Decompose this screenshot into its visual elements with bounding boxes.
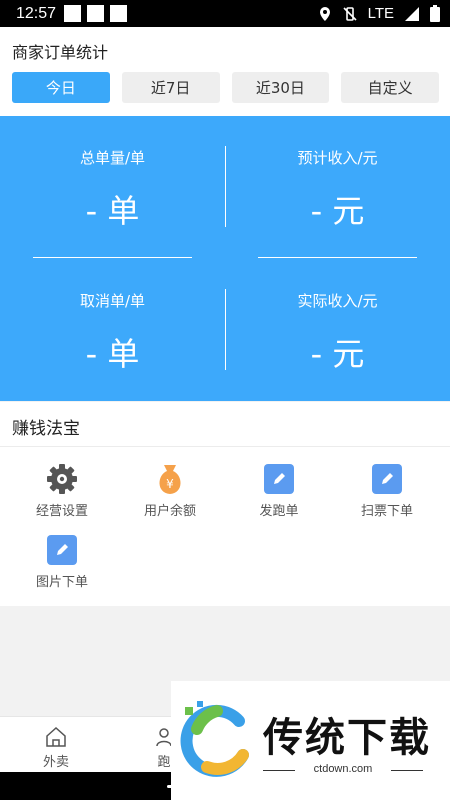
- status-time: 12:57: [16, 4, 57, 22]
- tab-today[interactable]: 今日: [12, 72, 110, 103]
- header: 商家订单统计 今日 近7日 近30日 自定义: [0, 27, 450, 116]
- divider: [258, 257, 417, 258]
- svg-text:¥: ¥: [166, 477, 174, 491]
- tab-custom[interactable]: 自定义: [341, 72, 439, 103]
- gear-icon: [45, 462, 79, 496]
- watermark: 传统下载 ctdown.com: [171, 681, 450, 800]
- tool-label: 发跑单: [259, 504, 299, 519]
- tool-label: 经营设置: [35, 504, 88, 519]
- stat-label: 取消单/单: [79, 292, 146, 310]
- tool-business-settings[interactable]: 经营设置: [6, 462, 118, 519]
- page-title: 商家订单统计: [12, 43, 109, 62]
- notification-icon: [64, 5, 82, 22]
- tool-image-order[interactable]: 图片下单: [6, 533, 118, 590]
- stat-label: 实际收入/元: [297, 292, 378, 310]
- stats-panel: 总单量/单 - 单 预计收入/元 - 元 取消单/单 - 单 实际收入/元 - …: [0, 116, 450, 401]
- stat-expected-income: 预计收入/元 - 元: [225, 147, 450, 232]
- stat-value: - 元: [310, 192, 365, 230]
- tab-7-days[interactable]: 近7日: [121, 72, 220, 103]
- stat-cancelled-orders: 取消单/单 - 单: [0, 290, 225, 375]
- divider: [225, 146, 226, 227]
- section-title: 赚钱法宝: [12, 419, 80, 439]
- watermark-logo: [180, 701, 249, 777]
- tool-label: 用户余额: [143, 504, 196, 519]
- nav-item-takeout[interactable]: 外卖: [0, 717, 112, 770]
- battery-icon: [430, 5, 440, 22]
- stat-actual-income: 实际收入/元 - 元: [225, 290, 450, 375]
- stat-value: - 单: [85, 335, 140, 373]
- edit-icon: [45, 533, 79, 567]
- nav-label: 外卖: [42, 755, 69, 770]
- tool-post-errand[interactable]: 发跑单: [223, 462, 335, 519]
- home-icon: [44, 725, 68, 749]
- stat-label: 预计收入/元: [297, 149, 378, 167]
- watermark-text: 传统下载: [263, 715, 431, 761]
- money-bag-icon: ¥: [153, 462, 187, 496]
- divider: [0, 446, 450, 447]
- network-type: LTE: [367, 5, 394, 22]
- edit-icon: [370, 462, 404, 496]
- signal-icon: [405, 6, 419, 21]
- tool-user-balance[interactable]: ¥ 用户余额: [114, 462, 226, 519]
- vibrate-off-icon: [343, 6, 357, 21]
- notification-icon: [87, 5, 105, 22]
- tool-scan-order[interactable]: 扫票下单: [331, 462, 443, 519]
- tab-30-days[interactable]: 近30日: [231, 72, 330, 103]
- status-bar: 12:57 LTE: [0, 0, 450, 27]
- watermark-url: ctdown.com: [263, 763, 423, 775]
- notification-icon: [110, 5, 128, 22]
- divider: [33, 257, 192, 258]
- stat-value: - 元: [310, 335, 365, 373]
- stat-total-orders: 总单量/单 - 单: [0, 147, 225, 232]
- stat-label: 总单量/单: [79, 149, 146, 167]
- date-tabs: 今日 近7日 近30日 自定义: [12, 72, 439, 103]
- location-icon: [319, 6, 330, 21]
- tools-section: 赚钱法宝 经营设置 ¥ 用户余额 发跑单 扫票下单 图片下单: [0, 402, 450, 606]
- stat-value: - 单: [85, 192, 140, 230]
- tool-label: 图片下单: [35, 575, 88, 590]
- tool-label: 扫票下单: [360, 504, 413, 519]
- edit-icon: [262, 462, 296, 496]
